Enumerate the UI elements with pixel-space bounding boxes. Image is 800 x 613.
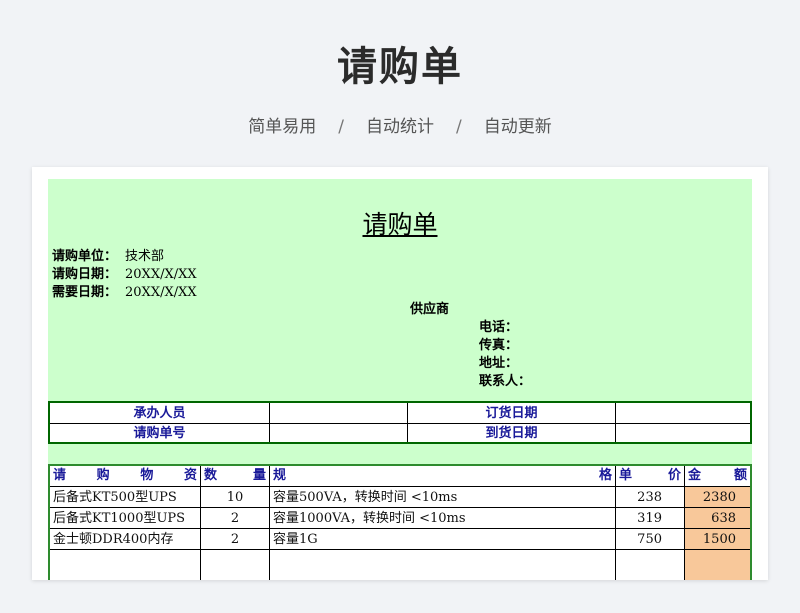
page-title: 请购单: [337, 44, 463, 90]
meta-dept: 请购单位： 技术部: [52, 245, 164, 264]
tag-separator: /: [456, 117, 462, 137]
col-header-price: 单价: [619, 468, 681, 483]
row-material[interactable]: 后备式KT1000型UPS: [50, 508, 200, 529]
meta-label: 请购单位：: [52, 249, 118, 264]
tag-separator: /: [338, 117, 344, 137]
info-table: 承办人员 订货日期 请购单号 到货日期: [48, 401, 752, 444]
supplier-label: 供应商: [410, 302, 450, 317]
meta-label: 需要日期：: [52, 285, 118, 300]
meta-request-date: 请购日期： 20XX/X/XX: [52, 263, 197, 282]
row-spec[interactable]: 容量1G: [270, 529, 615, 550]
row-spec[interactable]: 容量500VA，转换时间 <10ms: [270, 487, 615, 508]
col-header-material: 请购物资: [53, 468, 197, 483]
row-price[interactable]: 238: [616, 487, 684, 508]
spreadsheet-preview: 请购单 请购单位： 技术部 请购日期： 20XX/X/XX 需要日期： 20XX/X/…: [32, 167, 768, 580]
items-table: 请购物资 数量 规格 单价 金额 后备式KT500型UPS 10 容量500VA…: [48, 464, 752, 580]
meta-value[interactable]: 技术部: [125, 249, 164, 264]
row-amount: 2380: [702, 490, 736, 505]
row-spec[interactable]: 容量1000VA，转换时间 <10ms: [270, 508, 615, 529]
row-price[interactable]: 750: [616, 529, 684, 550]
tag-auto-stats: 自动统计: [366, 117, 434, 137]
tag-easy: 简单易用: [248, 117, 317, 137]
meta-need-date: 需要日期： 20XX/X/XX: [52, 281, 197, 300]
row-amount: 1500: [702, 532, 736, 547]
purchase-form: 请购单 请购单位： 技术部 请购日期： 20XX/X/XX 需要日期： 20XX/X/…: [48, 179, 752, 580]
arrival-date-label: 到货日期: [485, 426, 538, 441]
meta-value[interactable]: 20XX/X/XX: [125, 285, 197, 300]
row-material[interactable]: 金士顿DDR400内存: [50, 529, 200, 550]
row-qty[interactable]: 2: [201, 508, 269, 529]
request-no-label: 请购单号: [133, 426, 186, 441]
col-header-spec: 规格: [273, 468, 612, 483]
contact-person[interactable]: 联系人：: [479, 370, 531, 389]
col-header-amount: 金额: [688, 468, 747, 483]
tag-auto-update: 自动更新: [483, 117, 552, 137]
row-qty[interactable]: 2: [201, 529, 269, 550]
form-title: 请购单: [362, 210, 438, 239]
contact-address[interactable]: 地址：: [479, 352, 518, 371]
feature-tags: 简单易用 / 自动统计 / 自动更新: [0, 112, 800, 137]
handler-label: 承办人员: [133, 406, 186, 421]
meta-label: 请购日期：: [52, 267, 118, 282]
contact-fax[interactable]: 传真：: [479, 334, 518, 353]
row-qty[interactable]: 10: [201, 487, 269, 508]
contact-phone[interactable]: 电话：: [479, 316, 518, 335]
row-material[interactable]: 后备式KT500型UPS: [50, 487, 200, 508]
row-amount: 638: [711, 511, 736, 526]
col-header-qty: 数量: [204, 468, 266, 483]
row-price[interactable]: 319: [616, 508, 684, 529]
order-date-label: 订货日期: [485, 406, 538, 421]
meta-value[interactable]: 20XX/X/XX: [125, 267, 197, 282]
